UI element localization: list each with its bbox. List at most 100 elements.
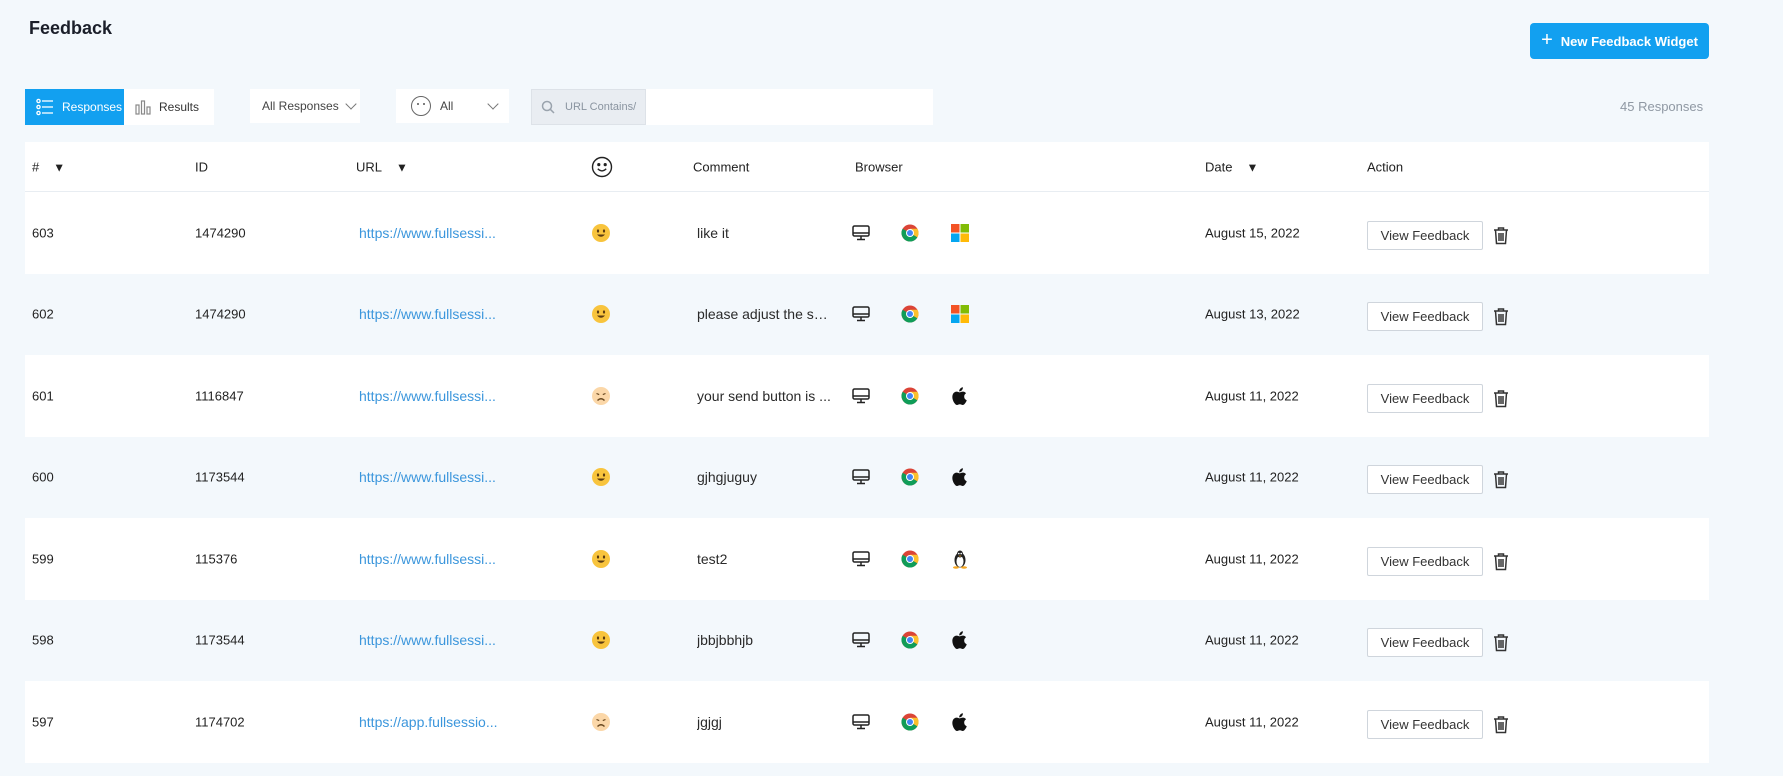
view-feedback-button[interactable]: View Feedback (1367, 220, 1483, 250)
trash-icon[interactable] (1493, 226, 1509, 245)
neutral-face-icon (411, 96, 431, 116)
chrome-icon (901, 305, 919, 323)
column-browser: Browser (855, 159, 903, 174)
search-prefix-label: URL Contains/ (565, 101, 637, 113)
desktop-icon (852, 551, 870, 567)
row-url-link[interactable]: https://app.fullsessio... (359, 714, 499, 730)
desktop-icon (852, 714, 870, 730)
row-date: August 13, 2022 (1205, 306, 1300, 322)
search-icon (541, 100, 555, 114)
column-date-label: Date (1205, 159, 1233, 174)
url-search: URL Contains/ (531, 89, 933, 125)
chrome-icon (901, 631, 919, 649)
chevron-down-icon (345, 98, 357, 110)
view-feedback-button[interactable]: View Feedback (1367, 465, 1483, 495)
trash-icon[interactable] (1493, 470, 1509, 489)
row-id: 1474290 (195, 225, 246, 241)
table-body: 603 1474290 https://www.fullsessi... lik… (25, 192, 1709, 763)
table-header: # ▼ ID URL ▼ Comment Browser Date ▼ Action (25, 142, 1709, 192)
column-num-label: # (32, 159, 40, 174)
row-comment: your send button is ... (697, 387, 831, 404)
row-date: August 11, 2022 (1205, 632, 1299, 648)
row-num: 599 (32, 551, 54, 567)
view-feedback-button[interactable]: View Feedback (1367, 709, 1483, 739)
view-feedback-button[interactable]: View Feedback (1367, 302, 1483, 332)
sentiment-filter-dropdown[interactable]: All (396, 89, 509, 123)
row-num: 602 (32, 306, 54, 322)
search-input[interactable] (646, 90, 933, 124)
list-icon (36, 98, 54, 116)
apple-icon (951, 630, 969, 650)
row-date: August 11, 2022 (1205, 551, 1299, 567)
view-toggle: Responses Results (25, 89, 214, 125)
column-comment: Comment (693, 159, 750, 174)
sentiment-filter-value: All (440, 99, 454, 113)
desktop-icon (852, 632, 870, 648)
row-date: August 11, 2022 (1205, 469, 1299, 485)
view-feedback-button[interactable]: View Feedback (1367, 546, 1483, 576)
table-row: 602 1474290 https://www.fullsessi... ple… (25, 273, 1709, 355)
trash-icon[interactable] (1493, 307, 1509, 326)
row-url-link[interactable]: https://www.fullsessi... (359, 632, 499, 648)
windows-icon (951, 305, 969, 324)
chevron-down-icon (487, 98, 500, 110)
chrome-icon (901, 468, 919, 486)
row-id: 1474290 (195, 306, 246, 322)
column-action: Action (1367, 159, 1404, 174)
trash-icon[interactable] (1493, 552, 1509, 571)
smiley-icon (591, 156, 613, 178)
tab-results-label: Results (159, 100, 200, 114)
view-feedback-button[interactable]: View Feedback (1367, 628, 1483, 658)
desktop-icon (852, 306, 870, 322)
row-id: 1173544 (195, 469, 245, 485)
table-row: 600 1173544 https://www.fullsessi... gjh… (25, 436, 1709, 518)
sad-face-icon (591, 712, 611, 732)
happy-face-icon (591, 304, 611, 324)
chrome-icon (901, 387, 919, 405)
responses-filter-value: All Responses (262, 99, 339, 113)
row-url-link[interactable]: https://www.fullsessi... (359, 388, 499, 404)
happy-face-icon (591, 223, 611, 243)
row-url-link[interactable]: https://www.fullsessi... (359, 225, 499, 241)
table-row: 599 115376 https://www.fullsessi... test… (25, 518, 1709, 600)
plus-icon: + (1541, 29, 1553, 51)
row-url-link[interactable]: https://www.fullsessi... (359, 469, 499, 485)
trash-icon[interactable] (1493, 633, 1509, 652)
search-prefix: URL Contains/ (531, 89, 646, 125)
response-count: 45 Responses (1620, 99, 1704, 114)
row-num: 603 (32, 225, 54, 241)
happy-face-icon (591, 630, 611, 650)
row-comment: gjhgjuguy (697, 469, 757, 486)
sort-down-icon: ▼ (1246, 160, 1259, 174)
page-title: Feedback (29, 18, 113, 38)
row-url-link[interactable]: https://www.fullsessi... (359, 551, 499, 567)
row-comment: test2 (697, 550, 728, 567)
tab-results[interactable]: Results (124, 89, 214, 125)
table-row: 597 1174702 https://app.fullsessio... jg… (25, 681, 1709, 763)
responses-filter-dropdown[interactable]: All Responses (250, 89, 360, 123)
row-comment: please adjust the se... (697, 306, 833, 323)
new-feedback-widget-button[interactable]: + New Feedback Widget (1530, 23, 1709, 59)
trash-icon[interactable] (1493, 389, 1509, 408)
apple-icon (951, 467, 969, 487)
column-num[interactable]: # ▼ (32, 159, 65, 174)
row-comment: jgjgj (697, 713, 722, 730)
table-row: 603 1474290 https://www.fullsessi... lik… (25, 192, 1709, 274)
row-num: 598 (32, 632, 54, 648)
view-feedback-button[interactable]: View Feedback (1367, 383, 1483, 413)
table-row: 598 1173544 https://www.fullsessi... jbb… (25, 599, 1709, 681)
apple-icon (951, 712, 969, 732)
column-date[interactable]: Date ▼ (1205, 159, 1258, 174)
apple-icon (951, 386, 969, 406)
trash-icon[interactable] (1493, 715, 1509, 734)
column-url[interactable]: URL ▼ (356, 159, 408, 174)
row-num: 597 (32, 714, 54, 730)
desktop-icon (852, 225, 870, 241)
desktop-icon (852, 469, 870, 485)
row-url-link[interactable]: https://www.fullsessi... (359, 306, 499, 322)
tab-responses[interactable]: Responses (25, 89, 124, 125)
sort-down-icon: ▼ (396, 160, 408, 174)
row-comment: jbbjbbhjb (697, 632, 754, 649)
row-date: August 11, 2022 (1205, 714, 1299, 730)
feedback-table: # ▼ ID URL ▼ Comment Browser Date ▼ Action … (25, 142, 1709, 763)
